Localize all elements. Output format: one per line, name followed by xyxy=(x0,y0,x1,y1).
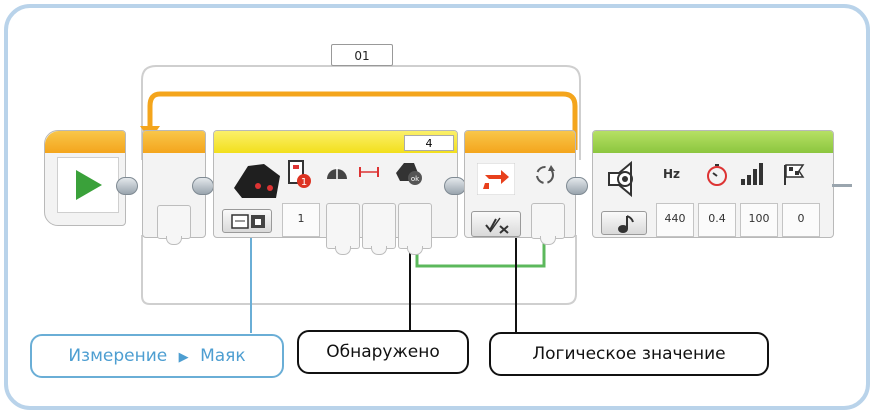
sound-block-bar xyxy=(593,131,833,153)
logic-callout-text: Логическое значение xyxy=(532,344,726,364)
start-output-connector[interactable] xyxy=(116,177,138,195)
loop-end-bar xyxy=(465,131,575,153)
sound-volume-value[interactable]: 100 xyxy=(740,203,778,237)
svg-text:ok: ok xyxy=(411,175,420,183)
start-block[interactable] xyxy=(44,130,126,226)
timer-icon xyxy=(707,164,727,186)
sound-mode-button[interactable] xyxy=(601,211,647,235)
loop-begin-plug xyxy=(157,205,191,245)
port-value[interactable]: 1 xyxy=(282,203,320,237)
mode-select-button[interactable] xyxy=(222,209,272,233)
logic-mode-icon xyxy=(485,217,509,234)
loop-begin-connector[interactable] xyxy=(192,177,214,195)
speaker-icon xyxy=(608,160,633,198)
sound-output-stub xyxy=(832,184,852,187)
case-label: 4 xyxy=(425,137,433,150)
flag-icon xyxy=(784,164,805,185)
measure-callout-part2: Маяк xyxy=(200,346,246,366)
logic-mode-button[interactable] xyxy=(471,211,521,237)
detected-callout: Обнаружено xyxy=(297,330,469,374)
detected-icon: ok xyxy=(396,163,422,185)
hz-label: Hz xyxy=(663,167,681,181)
measure-callout-arrow: ▶ xyxy=(178,350,189,365)
infrared-sensor-icon xyxy=(234,164,280,198)
loop-end-block[interactable] xyxy=(464,130,576,245)
case-label-box[interactable]: 4 xyxy=(404,135,454,151)
logic-value-callout: Логическое значение xyxy=(489,332,769,376)
volume-icon xyxy=(741,163,763,185)
svg-text:1: 1 xyxy=(301,177,307,188)
loop-arrows-icon xyxy=(477,163,515,195)
ir-sensor-connector[interactable] xyxy=(444,177,466,195)
sound-frequency-value[interactable]: 440 xyxy=(656,203,694,237)
loop-end-connector[interactable] xyxy=(566,177,588,195)
logic-input-plug[interactable] xyxy=(531,203,565,245)
compare-icon xyxy=(536,165,555,184)
measure-callout-part1: Измерение xyxy=(68,346,168,366)
start-button[interactable] xyxy=(57,157,119,213)
loop-begin-bar xyxy=(143,131,205,153)
sound-playtype-value[interactable]: 0 xyxy=(782,203,820,237)
start-arrow-icon xyxy=(76,170,102,200)
loop-counter[interactable]: 01 xyxy=(331,44,393,66)
detected-callout-text: Обнаружено xyxy=(326,342,440,362)
proximity-icon xyxy=(359,167,379,177)
detected-output-plug[interactable] xyxy=(398,203,432,255)
heading-output-plug[interactable] xyxy=(326,203,360,255)
loop-counter-label: 01 xyxy=(354,49,370,63)
proximity-output-plug[interactable] xyxy=(362,203,396,255)
note-icon xyxy=(618,215,634,233)
port-1-icon: 1 xyxy=(288,160,311,188)
beacon-heading-icon xyxy=(327,167,347,179)
port-value-text: 1 xyxy=(297,212,305,225)
start-block-bar xyxy=(45,131,125,153)
measure-beacon-callout: Измерение ▶ Маяк xyxy=(30,334,284,378)
sound-duration-value[interactable]: 0.4 xyxy=(698,203,736,237)
mode-measure-beacon-icon xyxy=(231,214,265,229)
